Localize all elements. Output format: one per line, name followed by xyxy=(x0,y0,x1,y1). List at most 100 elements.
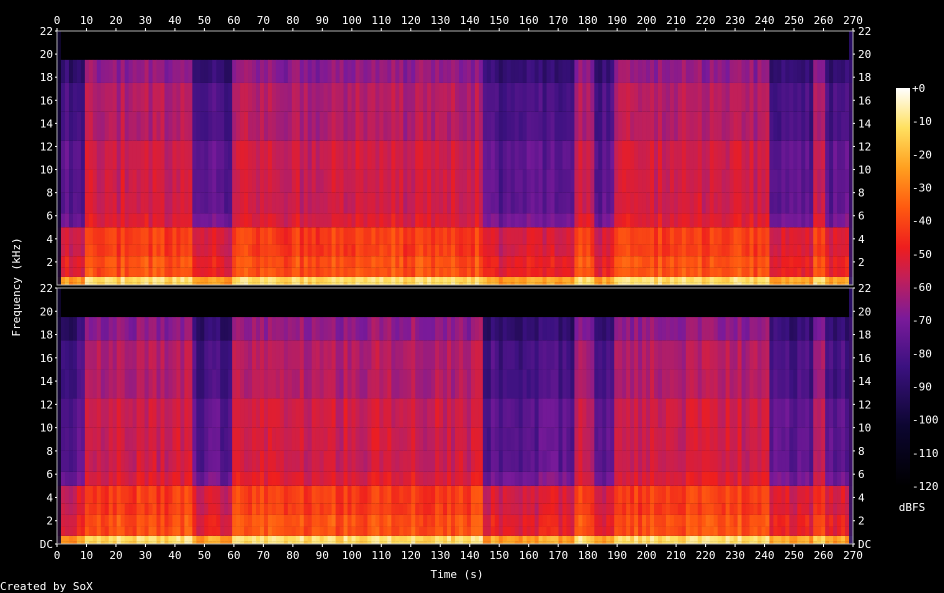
footer-credit: Created by SoX xyxy=(0,580,93,593)
x-tick-label-top: 140 xyxy=(460,14,480,27)
colorbar-tick-label: -20 xyxy=(912,148,932,161)
y-tick-label-left: 18 xyxy=(40,71,53,84)
y-tick-label-right: 18 xyxy=(858,71,871,84)
y-tick-label-right: 14 xyxy=(858,375,872,388)
colorbar-tick-label: +0 xyxy=(912,82,925,95)
colorbar-tick-label: -10 xyxy=(912,115,932,128)
x-tick-label-bottom: 180 xyxy=(578,549,598,562)
colorbar-tick-label: -80 xyxy=(912,347,932,360)
x-tick-label-top: 170 xyxy=(548,14,568,27)
y-tick-label-left: 22 xyxy=(40,25,53,38)
x-axis-label: Time (s) xyxy=(431,568,484,581)
x-tick-label-bottom: 190 xyxy=(607,549,627,562)
y-tick-label-right: 8 xyxy=(858,187,865,200)
x-tick-label-top: 200 xyxy=(637,14,657,27)
colorbar-tick-label: -60 xyxy=(912,281,932,294)
colorbar-tick-label: -30 xyxy=(912,182,932,195)
x-tick-label-bottom: 70 xyxy=(257,549,270,562)
x-tick-label-bottom: 240 xyxy=(755,549,775,562)
colorbar-label: dBFS xyxy=(899,501,926,514)
colorbar-ticks: +0 -10 -20 -30 -40 -50 -60 -70 -80 -90 -100 -110 -12… xyxy=(912,82,939,493)
x-tick-label-bottom: 50 xyxy=(198,549,211,562)
y-tick-label-left: DC xyxy=(40,538,53,551)
y-tick-label-right: 2 xyxy=(858,515,865,528)
x-tick-label-top: 270 xyxy=(843,14,863,27)
x-tick-label-top: 20 xyxy=(109,14,122,27)
y-tick-label-left: 14 xyxy=(40,375,54,388)
x-tick-label-top: 120 xyxy=(401,14,421,27)
y-axis-label: Frequency (kHz) xyxy=(10,237,23,336)
y-tick-label-left: 10 xyxy=(40,422,53,435)
x-tick-label-top: 230 xyxy=(725,14,745,27)
y-tick-label-right: 6 xyxy=(858,210,865,223)
colorbar-tick-label: -70 xyxy=(912,314,932,327)
x-tick-label-bottom: 220 xyxy=(696,549,716,562)
x-tick-label-top: 160 xyxy=(519,14,539,27)
x-tick-label-top: 180 xyxy=(578,14,598,27)
colorbar-tick-label: -120 xyxy=(912,480,939,493)
x-tick-label-bottom: 100 xyxy=(342,549,362,562)
x-tick-label-bottom: 10 xyxy=(80,549,93,562)
y-tick-label-left: 4 xyxy=(46,492,53,505)
x-tick-label-bottom: 0 xyxy=(54,549,61,562)
y-tick-label-right: 14 xyxy=(858,117,872,130)
x-tick-label-bottom: 60 xyxy=(227,549,240,562)
x-tick-label-bottom: 250 xyxy=(784,549,804,562)
x-tick-label-bottom: 210 xyxy=(666,549,686,562)
y-tick-label-left: 20 xyxy=(40,305,53,318)
y-tick-label-right: 2 xyxy=(858,256,865,269)
y-tick-label-left: 10 xyxy=(40,164,53,177)
x-tick-label-bottom: 170 xyxy=(548,549,568,562)
y-tick-label-left: 20 xyxy=(40,48,53,61)
x-tick-label-top: 10 xyxy=(80,14,93,27)
y-tick-label-left: 8 xyxy=(46,445,53,458)
y-tick-label-right: 4 xyxy=(858,492,865,505)
x-tick-label-bottom: 110 xyxy=(371,549,391,562)
colorbar-tick-label: -40 xyxy=(912,215,932,228)
x-tick-label-bottom: 40 xyxy=(168,549,181,562)
x-tick-label-top: 190 xyxy=(607,14,627,27)
y-tick-label-left: 16 xyxy=(40,94,53,107)
x-tick-label-top: 80 xyxy=(286,14,299,27)
x-tick-label-bottom: 30 xyxy=(139,549,152,562)
y-tick-label-left: 12 xyxy=(40,141,53,154)
colorbar-tick-label: -50 xyxy=(912,248,932,261)
x-tick-label-top: 100 xyxy=(342,14,362,27)
x-tick-label-top: 0 xyxy=(54,14,61,27)
x-tick-label-top: 220 xyxy=(696,14,716,27)
y-tick-label-right: 10 xyxy=(858,422,871,435)
y-tick-label-left: 18 xyxy=(40,329,53,342)
y-tick-label-right: 10 xyxy=(858,164,871,177)
x-tick-label-bottom: 230 xyxy=(725,549,745,562)
x-tick-label-top: 130 xyxy=(430,14,450,27)
y-tick-label-left: 4 xyxy=(46,233,53,246)
y-tick-label-right: 16 xyxy=(858,94,871,107)
y-tick-label-left: 6 xyxy=(46,210,53,223)
x-tick-label-top: 60 xyxy=(227,14,240,27)
colorbar-tick-label: -100 xyxy=(912,414,939,427)
y-tick-label-right: 18 xyxy=(858,329,871,342)
y-tick-label-right: 8 xyxy=(858,445,865,458)
y-tick-label-left: 22 xyxy=(40,282,53,295)
y-tick-label-left: 8 xyxy=(46,187,53,200)
x-tick-label-top: 40 xyxy=(168,14,181,27)
x-tick-label-top: 30 xyxy=(139,14,152,27)
x-tick-label-top: 90 xyxy=(316,14,329,27)
spectrogram-chart: 2 24 46 68 810 1012 1214 1416 1618 1820 2022 22DC DC… xyxy=(0,14,939,593)
y-tick-label-right: 20 xyxy=(858,48,871,61)
y-tick-label-right: 16 xyxy=(858,352,871,365)
y-tick-label-right: 6 xyxy=(858,468,865,481)
y-tick-label-left: 2 xyxy=(46,515,53,528)
x-tick-label-bottom: 130 xyxy=(430,549,450,562)
channel-1-spectrogram xyxy=(57,31,854,285)
colorbar-tick-label: -90 xyxy=(912,381,932,394)
x-tick-label-bottom: 140 xyxy=(460,549,480,562)
y-tick-label-right: 20 xyxy=(858,305,871,318)
y-tick-label-right: 4 xyxy=(858,233,865,246)
y-tick-label-left: 12 xyxy=(40,398,53,411)
y-tick-label-left: 2 xyxy=(46,256,53,269)
x-tick-label-top: 110 xyxy=(371,14,391,27)
colorbar xyxy=(896,88,910,486)
x-tick-label-bottom: 270 xyxy=(843,549,863,562)
x-tick-label-bottom: 260 xyxy=(814,549,834,562)
